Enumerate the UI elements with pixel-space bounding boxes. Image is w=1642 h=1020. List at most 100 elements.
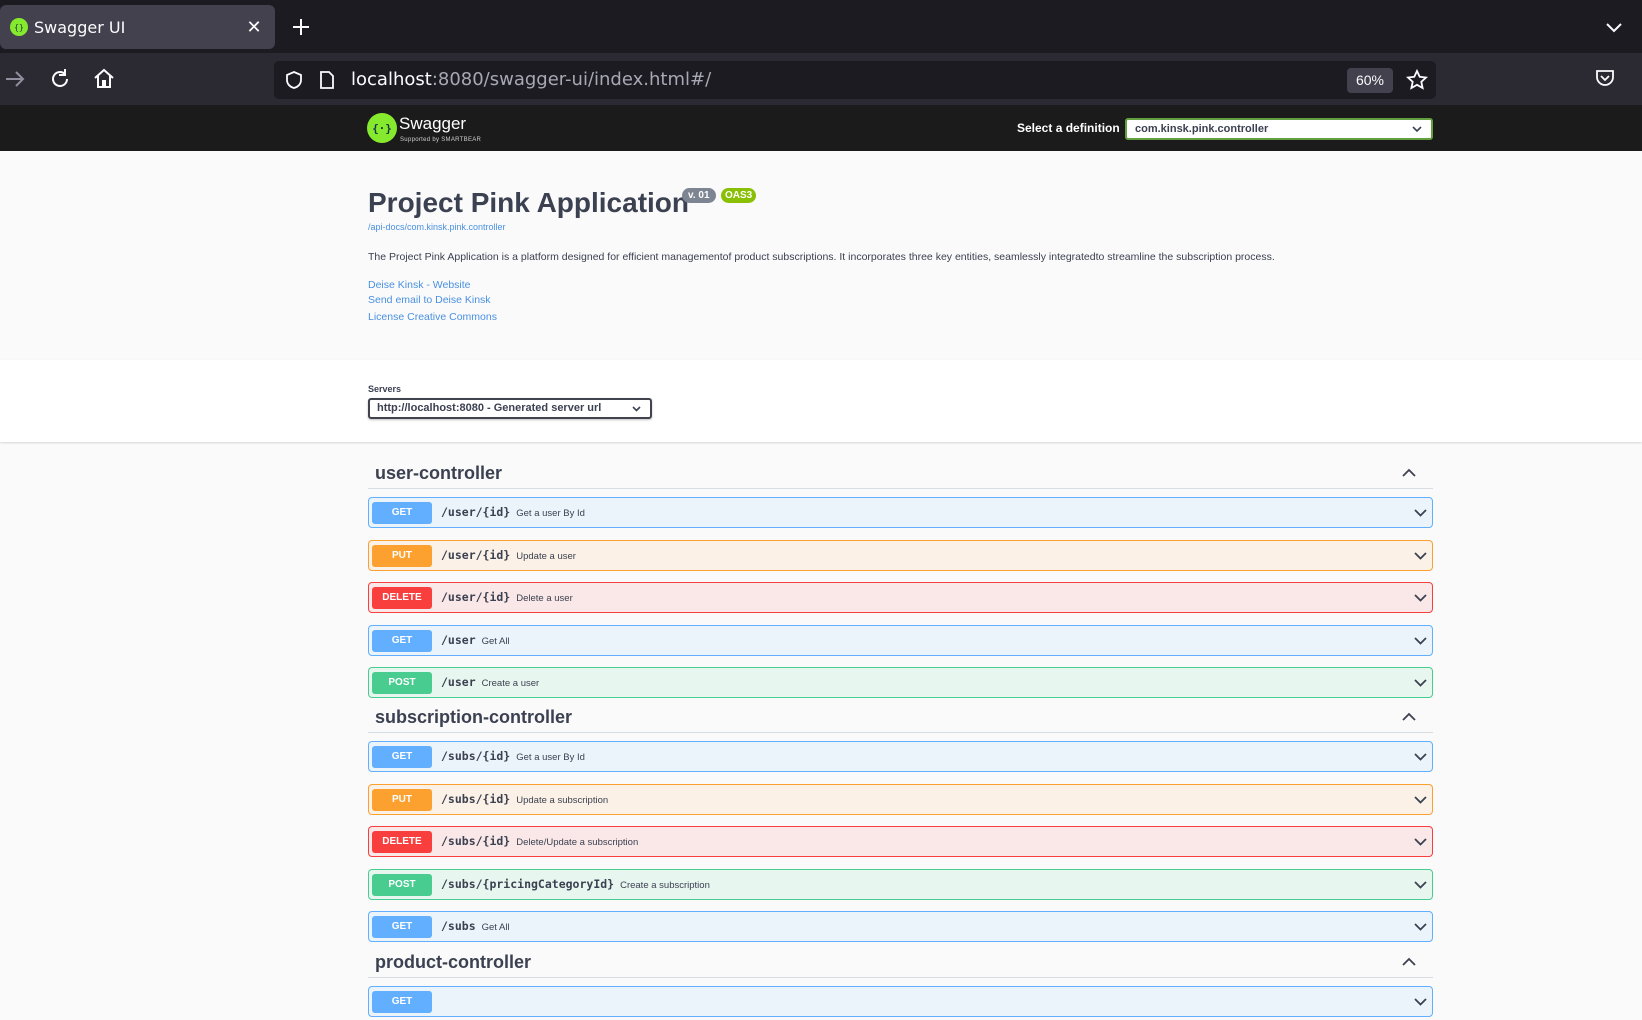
api-docs-link[interactable]: /api-docs/com.kinsk.pink.controller	[368, 222, 506, 232]
operation-path-text: /user/{id}	[441, 505, 511, 519]
operation-summary: Update a subscription	[516, 794, 609, 806]
operation-summary: Get a user By Id	[516, 508, 585, 519]
swagger-logo-subtitle: Supported by SMARTBEAR	[400, 137, 482, 143]
operation-path: /user/{id} Get a user By Id	[441, 505, 585, 519]
operation-path: /user/{id} Update a user	[441, 548, 576, 562]
http-method-badge: DELETE	[372, 587, 432, 609]
expand-chevron-down-icon[interactable]	[1413, 877, 1428, 892]
browser-tab-strip: {} Swagger UI ✕	[0, 0, 1642, 53]
address-bar[interactable]: localhost:8080/swagger-ui/index.html#/ 6…	[274, 61, 1436, 99]
chevron-down-icon	[1411, 123, 1423, 135]
operation-path-text: /user/{id}	[441, 590, 511, 604]
expand-chevron-down-icon[interactable]	[1413, 792, 1428, 807]
operation-get[interactable]: GET/subs/{id} Get a user By Id	[368, 741, 1433, 772]
http-method-badge: DELETE	[372, 831, 432, 853]
operation-path: /subs/{id} Get a user By Id	[441, 749, 585, 763]
operation-path-text: /user/{id}	[441, 547, 511, 562]
browser-toolbar: localhost:8080/swagger-ui/index.html#/ 6…	[0, 53, 1642, 105]
operation-summary: Delete/Update a subscription	[516, 837, 639, 848]
tag-header-subscription-controller[interactable]: subscription-controller	[368, 699, 1433, 733]
operation-path-text: /subs	[441, 919, 476, 933]
zoom-level-button[interactable]: 60%	[1347, 68, 1393, 93]
operation-delete[interactable]: DELETE/subs/{id} Delete/Update a subscrip…	[368, 826, 1433, 857]
operation-path-text: /subs/{id}	[441, 749, 511, 763]
tab-title: Swagger UI	[34, 18, 126, 37]
operation-path: /subs/{id} Delete/Update a subscription	[441, 834, 638, 848]
tag-header-user-controller[interactable]: user-controller	[368, 455, 1433, 489]
swagger-topbar: {·} Swagger Supported by SMARTBEAR Selec…	[0, 105, 1642, 151]
browser-tab[interactable]: {} Swagger UI ✕	[0, 5, 275, 49]
definition-label: Select a definition	[1017, 121, 1120, 135]
expand-chevron-down-icon[interactable]	[1413, 633, 1428, 648]
operation-put[interactable]: PUT/subs/{id} Update a subscription	[368, 783, 1433, 815]
http-method-badge: PUT	[372, 788, 432, 811]
http-method-badge: GET	[372, 916, 432, 938]
http-method-badge: GET	[372, 746, 432, 768]
email-link[interactable]: Send email to Deise Kinsk	[368, 294, 491, 306]
license-link[interactable]: License Creative Commons	[368, 311, 497, 323]
swagger-favicon-icon: {}	[10, 18, 28, 36]
operation-path: /subs/{id} Update a subscription	[441, 792, 608, 806]
operation-path: /user Create a user	[441, 675, 539, 689]
tag-header-product-controller[interactable]: product-controller	[368, 944, 1433, 978]
tag-name: subscription-controller	[375, 707, 573, 727]
operation-path-text: /user	[441, 675, 476, 689]
servers-section: Servers http://localhost:8080 - Generate…	[0, 360, 1642, 442]
oas-badge: OAS3	[721, 188, 757, 203]
operation-path-text: /subs/{id}	[441, 834, 511, 848]
operation-get[interactable]: GET/user Get All	[368, 624, 1433, 656]
expand-chevron-down-icon[interactable]	[1413, 590, 1428, 605]
expand-chevron-down-icon[interactable]	[1413, 749, 1428, 764]
url-text[interactable]: localhost:8080/swagger-ui/index.html#/	[351, 69, 711, 90]
expand-chevron-down-icon[interactable]	[1413, 675, 1428, 690]
api-description: The Project Pink Application is a platfo…	[368, 251, 1275, 263]
collapse-chevron-up-icon[interactable]	[1401, 954, 1417, 970]
bookmark-star-icon[interactable]	[1405, 68, 1429, 91]
collapse-chevron-up-icon[interactable]	[1401, 465, 1417, 481]
definition-select[interactable]: com.kinsk.pink.controller	[1125, 118, 1433, 140]
website-link[interactable]: Deise Kinsk - Website	[368, 279, 471, 291]
api-info-section: Project Pink Application v. 01 OAS3 /api…	[0, 151, 1642, 360]
http-method-badge: POST	[372, 672, 432, 694]
chevron-down-icon	[631, 403, 642, 414]
reload-icon[interactable]	[47, 66, 73, 92]
operation-get[interactable]: GET/subs Get All	[368, 911, 1433, 942]
pocket-icon[interactable]	[1594, 67, 1616, 89]
operation-get[interactable]: GET	[368, 986, 1433, 1017]
operation-summary: Delete a user	[516, 593, 573, 604]
home-icon[interactable]	[91, 66, 117, 92]
operation-path-text: /subs/{id}	[441, 791, 511, 806]
svg-text:{·}: {·}	[372, 122, 392, 135]
operation-summary: Update a user	[516, 550, 576, 562]
operation-put[interactable]: PUT/user/{id} Update a user	[368, 539, 1433, 571]
definition-select-value: com.kinsk.pink.controller	[1135, 123, 1269, 135]
expand-chevron-down-icon[interactable]	[1413, 505, 1428, 520]
operation-get[interactable]: GET/user/{id} Get a user By Id	[368, 497, 1433, 528]
operation-path: /subs Get All	[441, 919, 510, 933]
expand-chevron-down-icon[interactable]	[1413, 994, 1428, 1009]
tracking-protection-shield-icon[interactable]	[284, 70, 304, 90]
operation-summary: Create a subscription	[620, 879, 710, 891]
page-title: Project Pink Application	[368, 187, 690, 218]
forward-arrow-icon[interactable]	[2, 66, 28, 92]
collapse-chevron-up-icon[interactable]	[1401, 709, 1417, 725]
operation-path: /user/{id} Delete a user	[441, 590, 573, 604]
new-tab-icon[interactable]	[289, 15, 313, 39]
expand-chevron-down-icon[interactable]	[1413, 919, 1428, 934]
expand-chevron-down-icon[interactable]	[1413, 548, 1428, 563]
swagger-logo-text: Swagger	[399, 114, 467, 133]
operation-post[interactable]: POST/subs/{pricingCategoryId} Create a su…	[368, 868, 1433, 900]
operation-post[interactable]: POST/user Create a user	[368, 667, 1433, 698]
operation-delete[interactable]: DELETE/user/{id} Delete a user	[368, 582, 1433, 613]
swagger-logo-icon[interactable]: {·}	[367, 113, 397, 143]
operation-path	[441, 994, 447, 1008]
operation-summary: Get All	[481, 922, 510, 933]
servers-select[interactable]: http://localhost:8080 - Generated server…	[368, 398, 652, 419]
servers-label: Servers	[368, 384, 402, 394]
url-path: :8080/swagger-ui/index.html#/	[431, 69, 712, 90]
list-tabs-chevron-icon[interactable]	[1602, 16, 1626, 40]
close-tab-icon[interactable]: ✕	[244, 17, 264, 37]
page-info-icon[interactable]	[318, 70, 336, 90]
operation-summary: Get a user By Id	[516, 752, 585, 763]
expand-chevron-down-icon[interactable]	[1413, 834, 1428, 849]
